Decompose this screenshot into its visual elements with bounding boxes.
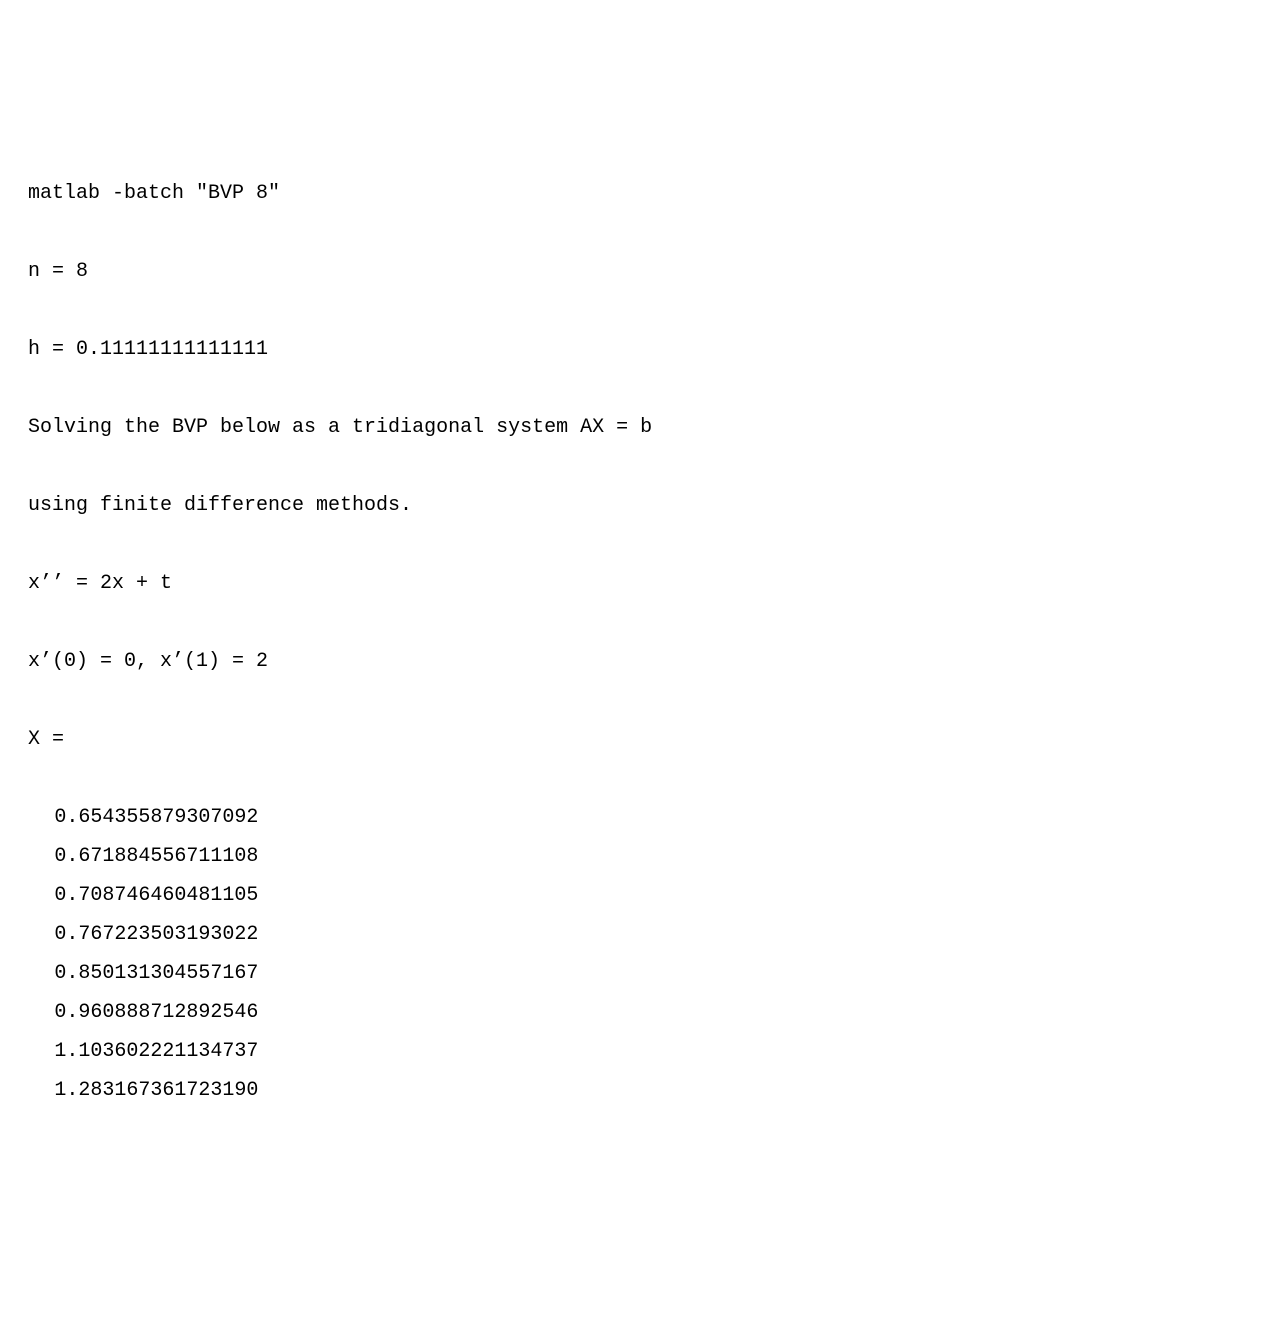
x-values-block: 0.6543558793070920.6718845567111080.7087…: [28, 798, 1243, 1110]
description-line-2: using finite difference methods.: [28, 486, 1243, 525]
x-value-row: 0.671884556711108: [28, 837, 1243, 876]
n-output: n = 8: [28, 252, 1243, 291]
x-value-row: 0.960888712892546: [28, 993, 1243, 1032]
x-value-row: 0.654355879307092: [28, 798, 1243, 837]
h-output: h = 0.11111111111111: [28, 330, 1243, 369]
x-header: X =: [28, 720, 1243, 759]
x-value-row: 1.103602221134737: [28, 1032, 1243, 1071]
x-value-row: 0.850131304557167: [28, 954, 1243, 993]
x-value-row: 0.708746460481105: [28, 876, 1243, 915]
description-line-1: Solving the BVP below as a tridiagonal s…: [28, 408, 1243, 447]
x-value-row: 1.283167361723190: [28, 1071, 1243, 1110]
equation-ode: x’’ = 2x + t: [28, 564, 1243, 603]
equation-bc: x’(0) = 0, x’(1) = 2: [28, 642, 1243, 681]
x-value-row: 0.767223503193022: [28, 915, 1243, 954]
command-line: matlab -batch "BVP 8": [28, 174, 1243, 213]
